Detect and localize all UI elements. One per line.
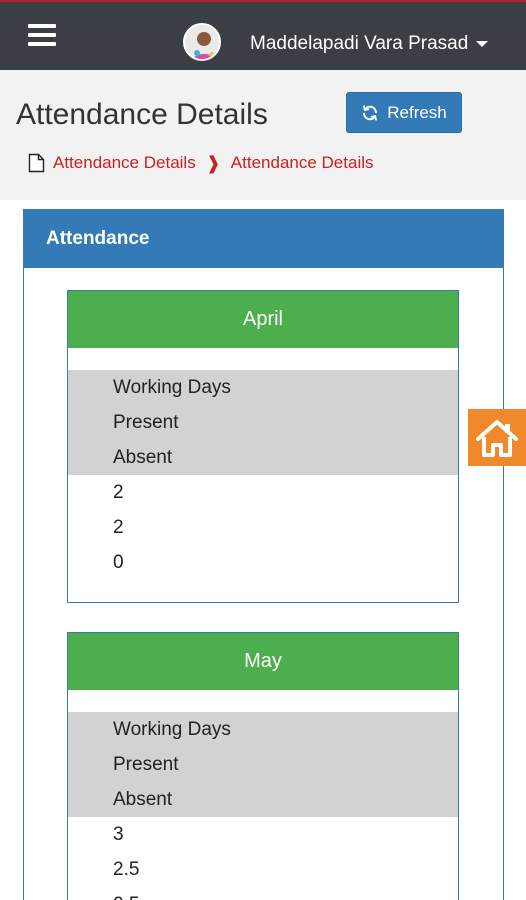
value-working-days: 3 (113, 824, 124, 845)
refresh-button[interactable]: Refresh (346, 92, 462, 133)
breadcrumb: Attendance Details ❱ Attendance Details (28, 152, 374, 174)
file-icon (28, 153, 45, 173)
value-working-days: 2 (113, 482, 124, 503)
month-card-april: April Working Days Present Absent 2 2 0 (67, 290, 459, 603)
label-band: Working Days Present Absent (68, 712, 458, 817)
user-name: Maddelapadi Vara Prasad (250, 33, 469, 54)
label-present: Present (113, 412, 179, 433)
home-icon (476, 419, 518, 457)
value-present: 2.5 (113, 859, 140, 880)
user-menu[interactable]: Maddelapadi Vara Prasad (250, 33, 489, 55)
breadcrumb-link-2[interactable]: Attendance Details (231, 153, 374, 173)
label-band: Working Days Present Absent (68, 370, 458, 475)
value-list: 2 2 0 (68, 475, 458, 580)
label-working-days: Working Days (113, 719, 231, 740)
breadcrumb-link-1[interactable]: Attendance Details (53, 153, 196, 173)
value-absent: 0 (113, 552, 124, 573)
breadcrumb-separator-icon: ❱ (205, 152, 221, 173)
avatar[interactable] (183, 23, 221, 61)
page-title: Attendance Details (16, 98, 268, 131)
refresh-label: Refresh (387, 102, 447, 122)
top-navbar: Maddelapadi Vara Prasad (0, 0, 526, 70)
panel-heading: Attendance (24, 210, 503, 268)
hamburger-menu-icon[interactable] (28, 24, 56, 46)
month-header: April (68, 291, 458, 348)
month-card-may: May Working Days Present Absent 3 2.5 0.… (67, 632, 459, 900)
refresh-icon (363, 104, 378, 121)
month-header: May (68, 633, 458, 690)
home-button[interactable] (468, 409, 526, 466)
value-list: 3 2.5 0.5 (68, 817, 458, 900)
value-present: 2 (113, 517, 124, 538)
label-present: Present (113, 754, 179, 775)
label-absent: Absent (113, 789, 173, 810)
caret-down-icon (476, 40, 489, 47)
label-absent: Absent (113, 447, 173, 468)
label-working-days: Working Days (113, 377, 231, 398)
value-absent: 0.5 (113, 887, 458, 900)
